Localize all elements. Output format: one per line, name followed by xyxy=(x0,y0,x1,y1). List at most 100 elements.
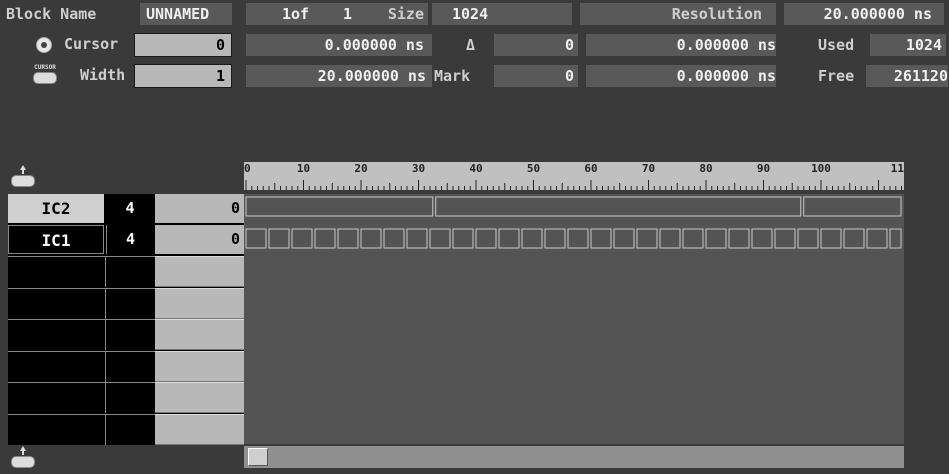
signal-bits-ic2: 4 xyxy=(106,194,154,223)
knob-shape xyxy=(33,72,57,84)
bus-segment xyxy=(360,228,382,249)
bus-segment xyxy=(337,228,359,249)
bus-segment xyxy=(245,228,267,249)
used-value: 1024 xyxy=(870,34,946,56)
cursor-time: 0.000000 ns xyxy=(246,34,432,56)
empty-signal-name[interactable] xyxy=(8,256,105,287)
mark-value: 0 xyxy=(494,65,578,87)
bus-segment xyxy=(682,228,704,249)
empty-signal-value[interactable] xyxy=(155,382,244,413)
cursor-knob-text: CURSOR xyxy=(34,64,56,71)
empty-signal-bits xyxy=(105,256,155,287)
bus-segment xyxy=(268,228,290,249)
block-name-label: Block Name xyxy=(6,5,97,23)
horizontal-scroll-thumb[interactable] xyxy=(248,448,268,466)
bus-segment xyxy=(659,228,681,249)
size-label: Size xyxy=(356,3,428,25)
page-total: 1 xyxy=(316,3,356,25)
bus-segment xyxy=(843,228,865,249)
bus-segment xyxy=(590,228,612,249)
signal-name-ic2[interactable]: IC2 xyxy=(8,194,104,223)
empty-signal-value[interactable] xyxy=(155,256,244,287)
delta-symbol: Δ xyxy=(466,36,476,54)
vertical-scroll-up-icon[interactable] xyxy=(10,165,36,189)
bus-segment xyxy=(803,196,902,217)
bus-segment xyxy=(751,228,773,249)
empty-signal-value[interactable] xyxy=(155,413,244,445)
resolution-value: 20.000000 ns xyxy=(784,3,944,25)
bus-segment xyxy=(452,228,474,249)
signal-name-ic1[interactable]: IC1 xyxy=(8,225,104,254)
vertical-scroll-down-icon[interactable] xyxy=(10,446,36,470)
cursor-input[interactable]: 0 xyxy=(134,33,232,57)
size-value: 1024 xyxy=(432,3,572,25)
ruler-label: 10 xyxy=(296,162,311,175)
bus-segment xyxy=(475,228,497,249)
empty-signal-name[interactable] xyxy=(8,413,105,445)
ruler-label: 70 xyxy=(641,162,656,175)
bus-segment xyxy=(521,228,543,249)
horizontal-scrollbar[interactable] xyxy=(244,446,904,468)
width-time: 20.000000 ns xyxy=(246,65,432,87)
bus-segment xyxy=(429,228,451,249)
empty-signal-name[interactable] xyxy=(8,350,105,382)
empty-signal-name[interactable] xyxy=(8,382,105,413)
bus-segment xyxy=(567,228,589,249)
waveform-svg xyxy=(245,196,902,249)
empty-signal-bits xyxy=(105,319,155,350)
empty-signal-name[interactable] xyxy=(8,287,105,319)
delta-time: 0.000000 ns xyxy=(586,34,776,56)
ruler-svg xyxy=(245,180,902,190)
resolution-label: Resolution xyxy=(580,3,776,25)
signal-value-ic1[interactable]: 0 xyxy=(155,225,244,254)
bus-segment xyxy=(383,228,405,249)
signal-value-ic2[interactable]: 0 xyxy=(155,194,244,223)
ruler-label: 100 xyxy=(811,162,831,175)
bus-segment xyxy=(435,196,802,217)
empty-signal-bits xyxy=(105,350,155,382)
empty-signal-value[interactable] xyxy=(155,350,244,382)
bus-segment xyxy=(291,228,313,249)
ruler-label: 60 xyxy=(584,162,598,175)
ruler-label: 90 xyxy=(756,162,771,175)
bus-segment xyxy=(889,228,902,249)
empty-signal-name[interactable] xyxy=(8,319,105,350)
free-value: 261120 xyxy=(866,65,948,87)
radio-icon[interactable] xyxy=(36,37,52,53)
used-label: Used xyxy=(818,36,855,54)
cursor-knob-icon[interactable]: CURSOR xyxy=(32,64,58,84)
ruler-label: 50 xyxy=(526,162,541,175)
bus-segment xyxy=(245,196,434,217)
mark-time: 0.000000 ns xyxy=(586,65,776,87)
empty-signal-value[interactable] xyxy=(155,287,244,319)
empty-signal-bits xyxy=(105,382,155,413)
delta-value: 0 xyxy=(494,34,578,56)
bus-segment xyxy=(797,228,819,249)
mark-label: Mark xyxy=(434,67,471,85)
empty-signal-value[interactable] xyxy=(155,319,244,350)
bus-segment xyxy=(498,228,520,249)
free-label: Free xyxy=(818,67,855,85)
ruler-label: 11 xyxy=(890,162,904,175)
block-name-field[interactable]: UNNAMED xyxy=(140,3,232,25)
ruler-label: 80 xyxy=(699,162,713,175)
empty-signal-bits xyxy=(105,413,155,445)
bus-segment xyxy=(866,228,888,249)
bus-segment xyxy=(636,228,658,249)
bus-segment xyxy=(314,228,336,249)
cursor-label: Cursor xyxy=(64,35,119,53)
bus-segment xyxy=(406,228,428,249)
ruler-label: 30 xyxy=(411,162,426,175)
bus-segment xyxy=(820,228,842,249)
ruler-label: 40 xyxy=(469,162,483,175)
ruler-label: 0 xyxy=(244,162,251,175)
width-input[interactable]: 1 xyxy=(134,64,232,88)
page-current: 1of xyxy=(246,3,316,25)
bus-segment xyxy=(774,228,796,249)
signal-bits-ic1: 4 xyxy=(106,225,154,254)
bus-segment xyxy=(544,228,566,249)
bus-segment xyxy=(613,228,635,249)
time-ruler: 0 10 20 30 40 50 60 70 80 90 100 11 xyxy=(244,162,904,190)
bus-segment xyxy=(728,228,750,249)
waveform-ic2 xyxy=(245,196,902,217)
